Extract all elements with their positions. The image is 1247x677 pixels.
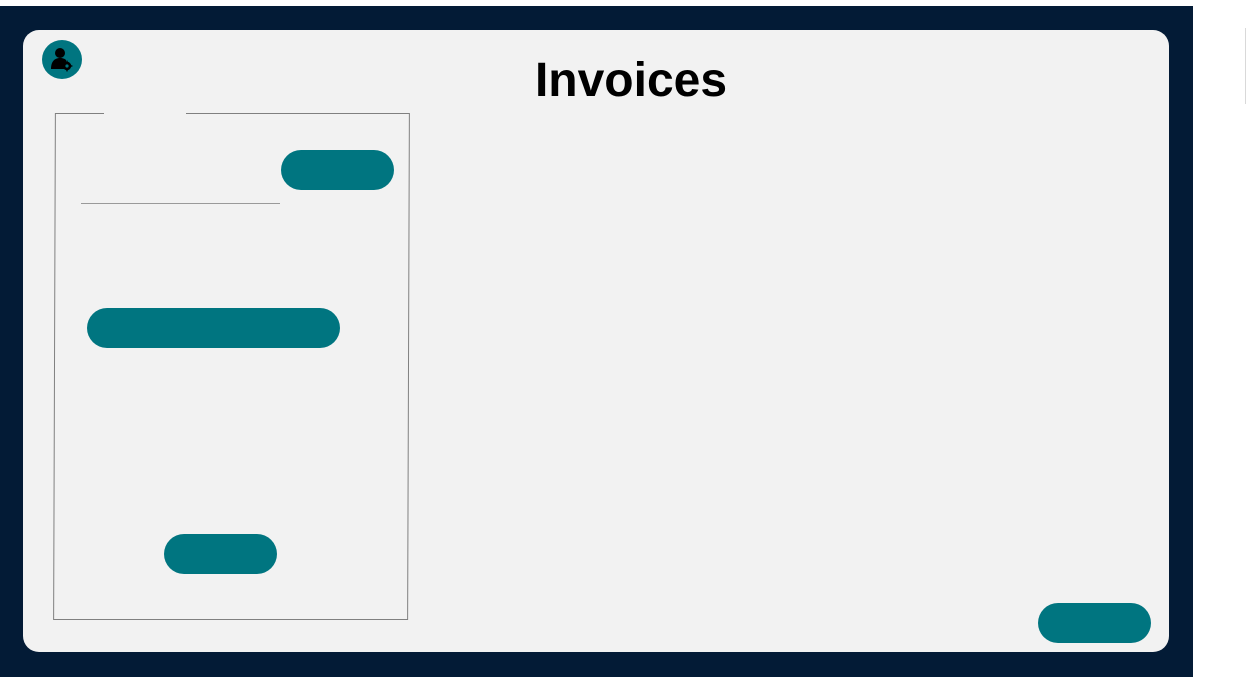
edge-divider: [1245, 28, 1246, 104]
corner-action-button[interactable]: [1038, 603, 1151, 643]
page-title: Invoices: [534, 54, 728, 107]
group-box-legend: [104, 110, 186, 117]
user-settings-button[interactable]: [42, 40, 82, 79]
filter-wide-button[interactable]: [87, 308, 340, 348]
filter-top-button[interactable]: [281, 150, 394, 190]
filter-text-field[interactable]: [81, 203, 280, 204]
filter-bottom-button[interactable]: [164, 534, 277, 574]
user-settings-icon: [51, 47, 73, 71]
